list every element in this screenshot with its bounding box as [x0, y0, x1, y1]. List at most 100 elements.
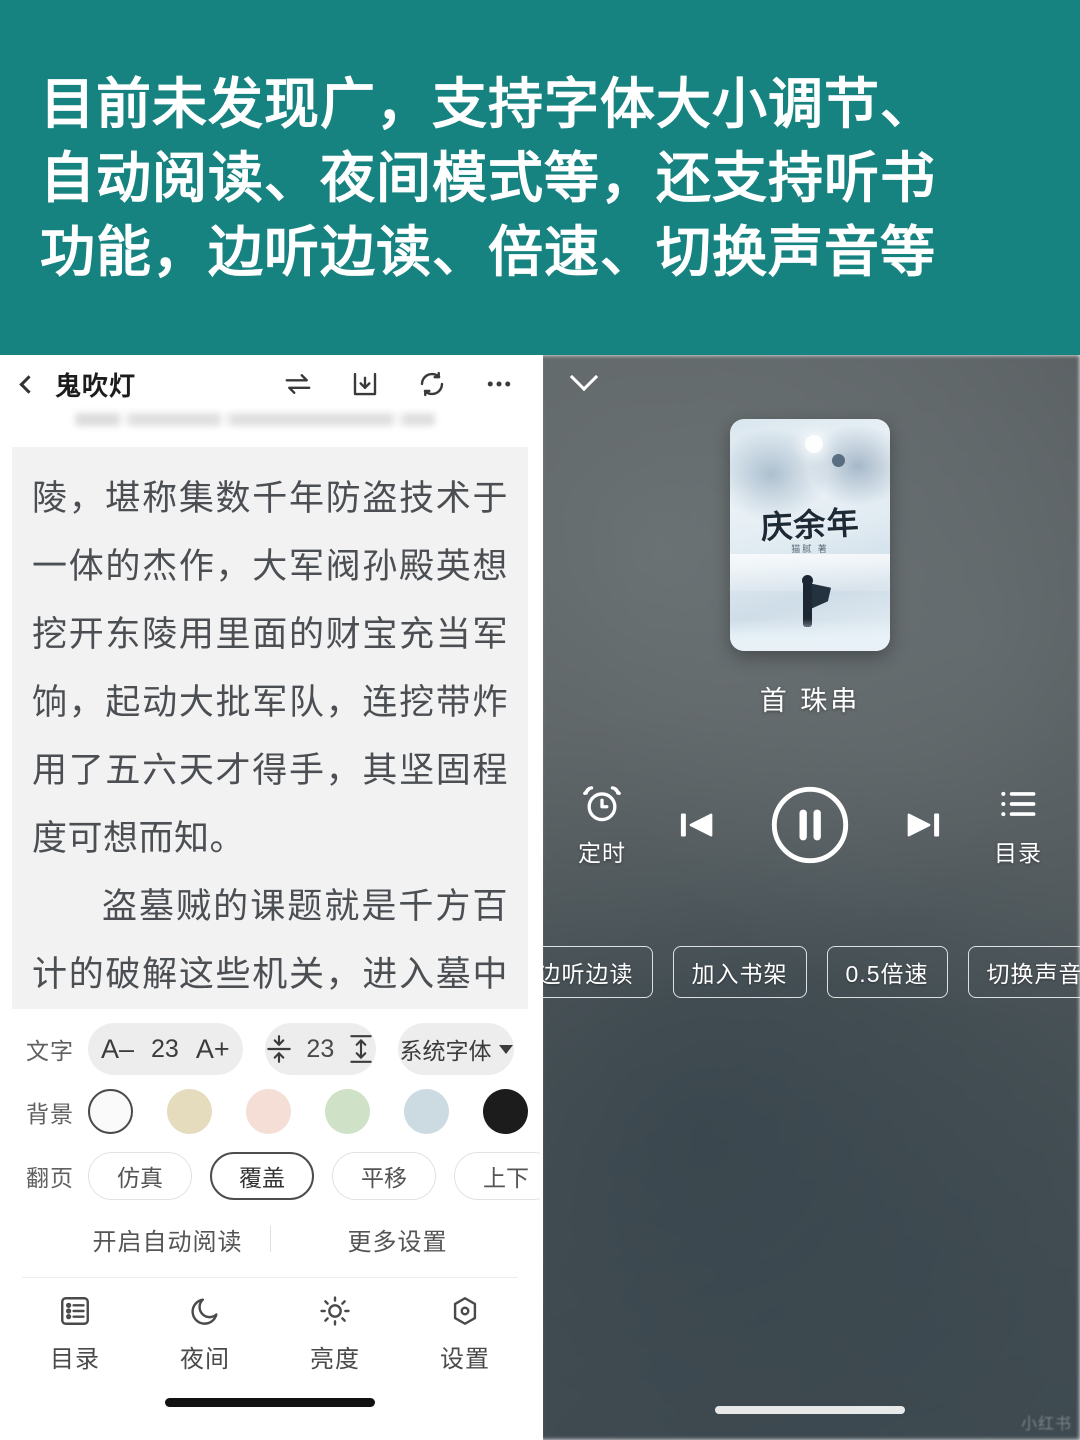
timer-label: 定时 — [578, 840, 626, 866]
list-catalog-icon — [1001, 791, 1036, 817]
chip-playback-speed[interactable]: 0.5倍速 — [826, 946, 948, 998]
page-turn-option-slide[interactable]: 平移 — [332, 1152, 436, 1200]
font-increase-button[interactable]: A+ — [183, 1034, 243, 1065]
topbar-icon-group — [283, 369, 514, 399]
address-bar[interactable] — [0, 413, 540, 439]
line-spacing-value: 23 — [306, 1034, 335, 1063]
player-content: 庆余年 猫腻 著 首 珠串 定时 目录 边听边读 加入书架 0.5倍速 切换声音 — [540, 355, 1080, 1440]
page-turn-option-simulate[interactable]: 仿真 — [88, 1152, 192, 1200]
chip-listen-and-read[interactable]: 边听边读 — [540, 946, 653, 998]
font-size-value: 23 — [151, 1034, 179, 1063]
screenshot-pair: 鬼吹灯 陵，堪称集数千年防盗技术于一体的杰作，大军阀孙殿英想挖开东陵用里面的财宝… — [0, 355, 1080, 1440]
player-action-chips: 边听边读 加入书架 0.5倍速 切换声音 — [540, 946, 1080, 998]
next-track-icon — [907, 813, 940, 837]
more-settings-button[interactable]: 更多设置 — [348, 1222, 448, 1257]
font-settings-row: 文字 A– 23 A+ 23 系统字体 — [0, 1023, 540, 1075]
gear-settings-icon — [453, 1297, 477, 1325]
row-divider — [270, 1226, 271, 1252]
cover-ground — [730, 618, 890, 651]
download-tray-icon[interactable] — [350, 369, 380, 399]
tab-settings-label: 设置 — [440, 1346, 490, 1373]
list-catalog-icon — [61, 1297, 89, 1325]
previous-track-button[interactable] — [674, 802, 720, 848]
catalog-button[interactable]: 目录 — [994, 782, 1042, 868]
refresh-sync-icon[interactable] — [417, 369, 447, 399]
font-family-select[interactable]: 系统字体 — [398, 1023, 514, 1075]
font-label: 文字 — [26, 1038, 74, 1064]
more-dots-icon[interactable] — [484, 369, 514, 399]
page-turn-label: 翻页 — [26, 1165, 74, 1191]
blurred-url-text — [75, 413, 435, 426]
paragraph-1: 陵，堪称集数千年防盗技术于一体的杰作，大军阀孙殿英想挖开东陵用里面的财宝充当军饷… — [32, 479, 508, 858]
reader-topbar: 鬼吹灯 — [0, 355, 540, 413]
catalog-label: 目录 — [994, 840, 1042, 866]
moon-icon — [191, 1298, 218, 1325]
player-topbar — [540, 355, 1080, 407]
home-indicator — [165, 1398, 375, 1407]
settings-divider — [22, 1277, 518, 1278]
background-swatch-beige[interactable] — [167, 1089, 212, 1134]
book-cover[interactable]: 庆余年 猫腻 著 — [730, 419, 890, 651]
page-turn-option-vertical[interactable]: 上下 — [454, 1152, 540, 1200]
chip-add-to-shelf[interactable]: 加入书架 — [672, 946, 807, 998]
tab-night[interactable]: 夜间 — [140, 1294, 270, 1374]
player-spacer — [540, 998, 1080, 1406]
paragraph-2: 盗墓贼的课题就是千方百计的破解这些机关，进入墓中探宝。不过在现代，比起如何挖开古… — [32, 887, 508, 994]
player-screenshot: 庆余年 猫腻 著 首 珠串 定时 目录 边听边读 加入书架 0.5倍速 切换声音… — [540, 355, 1080, 1440]
cover-wrap: 庆余年 猫腻 著 — [540, 419, 1080, 651]
screenshot-seam — [540, 355, 543, 1440]
swap-arrows-icon[interactable] — [283, 369, 313, 399]
banner-line-2: 自动阅读、夜间模式等，还支持听书 — [40, 146, 937, 209]
page-title: 鬼吹灯 — [55, 370, 137, 401]
back-chevron-icon[interactable] — [19, 374, 38, 394]
player-home-indicator-wrap — [540, 1406, 1080, 1440]
tab-brightness[interactable]: 亮度 — [270, 1294, 400, 1374]
reader-settings-sheet: 文字 A– 23 A+ 23 系统字体 背景 翻页 仿真 覆盖 平移 上下 开启… — [0, 1009, 540, 1440]
pause-circle-icon — [771, 786, 849, 864]
previous-track-icon — [680, 813, 713, 837]
tab-catalog-label: 目录 — [50, 1346, 100, 1373]
page-turn-option-cover[interactable]: 覆盖 — [210, 1152, 314, 1200]
watermark: 小红书 — [1020, 1416, 1072, 1433]
timer-button[interactable]: 定时 — [578, 782, 626, 868]
tab-night-label: 夜间 — [180, 1346, 230, 1373]
banner-line-3: 功能，边听边读、倍速、切换声音等 — [40, 220, 937, 283]
line-spacing-increase-icon[interactable] — [348, 1034, 374, 1064]
alarm-clock-icon — [583, 786, 621, 822]
background-swatch-white[interactable] — [88, 1089, 133, 1134]
reading-content-area[interactable]: 陵，堪称集数千年防盗技术于一体的杰作，大军阀孙殿英想挖开东陵用里面的财宝充当军饷… — [12, 447, 528, 1009]
track-title: 首 珠串 — [759, 686, 861, 716]
tab-settings[interactable]: 设置 — [400, 1294, 530, 1374]
home-indicator — [715, 1406, 905, 1414]
background-swatch-list — [88, 1089, 528, 1134]
auto-read-button[interactable]: 开启自动阅读 — [93, 1222, 243, 1257]
reader-tabbar: 目录 夜间 亮度 设置 — [0, 1294, 540, 1374]
line-spacing-stepper[interactable]: 23 — [264, 1023, 377, 1075]
chevron-down-icon — [498, 1044, 513, 1054]
tab-catalog[interactable]: 目录 — [10, 1294, 140, 1374]
reader-screenshot: 鬼吹灯 陵，堪称集数千年防盗技术于一体的杰作，大军阀孙殿英想挖开东陵用里面的财宝… — [0, 355, 540, 1440]
cover-figure-cape — [809, 583, 831, 610]
font-decrease-button[interactable]: A– — [88, 1034, 147, 1065]
background-swatch-pink[interactable] — [246, 1089, 291, 1134]
auto-read-row: 开启自动阅读 更多设置 — [0, 1222, 540, 1257]
banner-line-1: 目前未发现广，支持字体大小调节、 — [40, 72, 937, 135]
next-track-button[interactable] — [900, 802, 946, 848]
tab-brightness-label: 亮度 — [310, 1346, 360, 1373]
line-spacing-decrease-icon[interactable] — [266, 1034, 292, 1064]
background-swatch-green[interactable] — [325, 1089, 370, 1134]
sun-brightness-icon — [320, 1296, 350, 1326]
font-family-label: 系统字体 — [399, 1038, 492, 1064]
background-settings-row: 背景 — [0, 1089, 540, 1134]
cover-figure-head — [802, 575, 813, 587]
chip-switch-voice[interactable]: 切换声音 — [967, 946, 1080, 998]
font-size-stepper[interactable]: A– 23 A+ — [88, 1023, 243, 1075]
play-pause-button[interactable] — [768, 783, 852, 867]
background-swatch-black[interactable] — [483, 1089, 528, 1134]
background-swatch-blue-gray[interactable] — [404, 1089, 449, 1134]
player-controls: 定时 目录 — [540, 782, 1080, 868]
background-label: 背景 — [26, 1100, 74, 1127]
page-turn-row: 翻页 仿真 覆盖 平移 上下 — [0, 1152, 540, 1200]
chevron-down-icon[interactable] — [569, 362, 599, 392]
home-indicator-wrap — [0, 1398, 540, 1407]
